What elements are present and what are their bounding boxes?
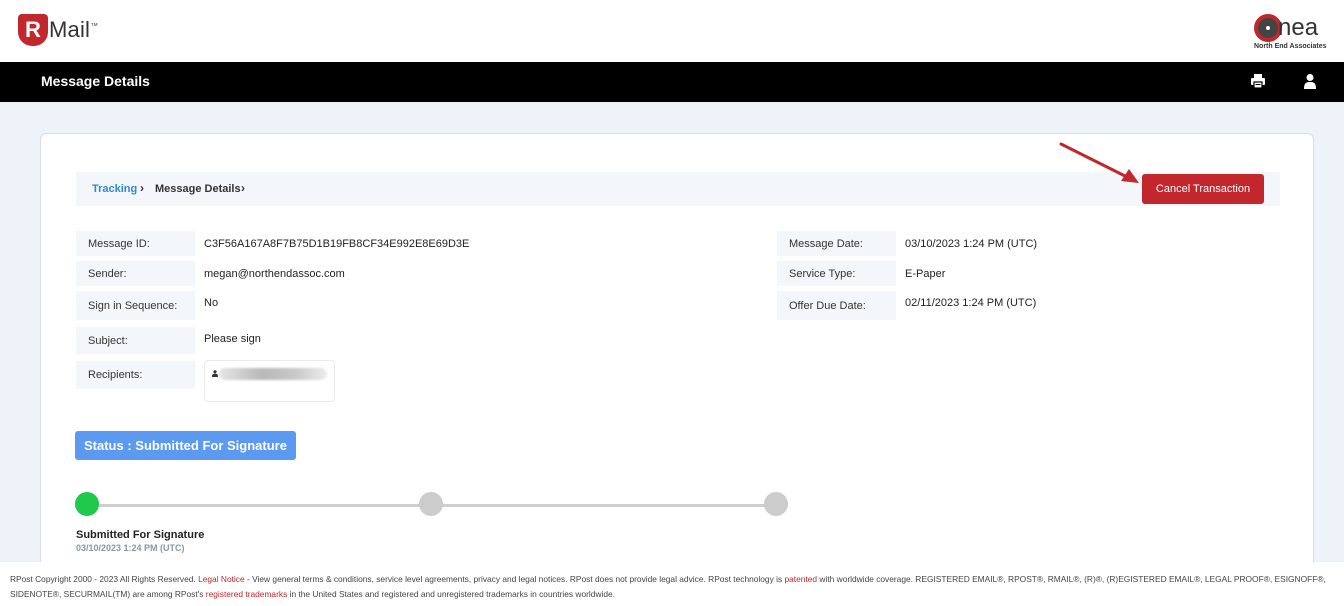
partner-logo-subtitle: North End Associates bbox=[1254, 43, 1327, 50]
page-title: Message Details bbox=[41, 73, 150, 89]
service-type-value: E-Paper bbox=[905, 268, 946, 280]
rmail-shield-icon: R bbox=[18, 14, 48, 46]
cancel-transaction-button[interactable]: Cancel Transaction bbox=[1142, 174, 1264, 204]
breadcrumb-current: Message Details bbox=[155, 183, 241, 195]
rmail-logo[interactable]: R Mail™ bbox=[18, 14, 98, 46]
status-step-1 bbox=[75, 492, 99, 516]
subject-label: Subject: bbox=[76, 327, 195, 354]
footer-text: in the United States and registered and … bbox=[287, 589, 615, 599]
footer-text: RPost Copyright 2000 - 2023 All Rights R… bbox=[10, 574, 199, 584]
registered-trademarks-link[interactable]: registered trademarks bbox=[206, 589, 287, 599]
recipient-user-icon bbox=[212, 370, 218, 377]
message-id-label: Message ID: bbox=[76, 231, 195, 256]
subject-value: Please sign bbox=[204, 333, 261, 345]
message-date-value: 03/10/2023 1:24 PM (UTC) bbox=[905, 238, 1038, 250]
message-date-label: Message Date: bbox=[777, 231, 896, 256]
rmail-logo-text: Mail™ bbox=[49, 17, 99, 42]
message-id-value: C3F56A167A8F7B75D1B19FB8CF34E992E8E69D3E bbox=[204, 238, 470, 250]
footer-text: - View general terms & conditions, servi… bbox=[244, 574, 785, 584]
legal-notice-link[interactable]: Legal Notice bbox=[198, 574, 245, 584]
redacted-recipient bbox=[219, 368, 327, 380]
status-step-2 bbox=[419, 492, 443, 516]
message-details-card: Tracking › Message Details › Cancel Tran… bbox=[40, 133, 1314, 573]
partner-logo: nea North End Associates bbox=[1254, 14, 1330, 54]
footer: RPost Copyright 2000 - 2023 All Rights R… bbox=[0, 562, 1344, 606]
breadcrumb-separator: › bbox=[140, 181, 144, 195]
recipient-chip bbox=[204, 360, 335, 402]
print-icon[interactable] bbox=[1250, 73, 1266, 89]
patented-link[interactable]: patented bbox=[784, 574, 817, 584]
sign-in-sequence-value: No bbox=[204, 297, 219, 309]
page-header: Message Details bbox=[0, 62, 1344, 102]
sign-in-sequence-label: Sign in Sequence: bbox=[76, 291, 195, 320]
breadcrumb-separator: › bbox=[241, 181, 245, 195]
sender-label: Sender: bbox=[76, 261, 195, 286]
partner-logo-text: nea bbox=[1278, 14, 1319, 41]
breadcrumb-tracking-link[interactable]: Tracking bbox=[92, 183, 137, 195]
sender-value: megan@northendassoc.com bbox=[204, 268, 345, 280]
recipients-label: Recipients: bbox=[76, 361, 195, 389]
status-step-3 bbox=[764, 492, 788, 516]
status-badge: Status : Submitted For Signature bbox=[75, 431, 296, 460]
status-step-label: Submitted For Signature bbox=[76, 529, 205, 541]
offer-due-date-label: Offer Due Date: bbox=[777, 291, 896, 320]
user-icon[interactable] bbox=[1303, 73, 1317, 89]
top-bar: R Mail™ nea North End Associates bbox=[0, 0, 1344, 62]
annotation-arrow-icon bbox=[1059, 142, 1139, 183]
offer-due-date-value: 02/11/2023 1:24 PM (UTC) bbox=[905, 297, 1037, 309]
service-type-label: Service Type: bbox=[777, 261, 896, 286]
status-step-date: 03/10/2023 1:24 PM (UTC) bbox=[76, 543, 185, 553]
